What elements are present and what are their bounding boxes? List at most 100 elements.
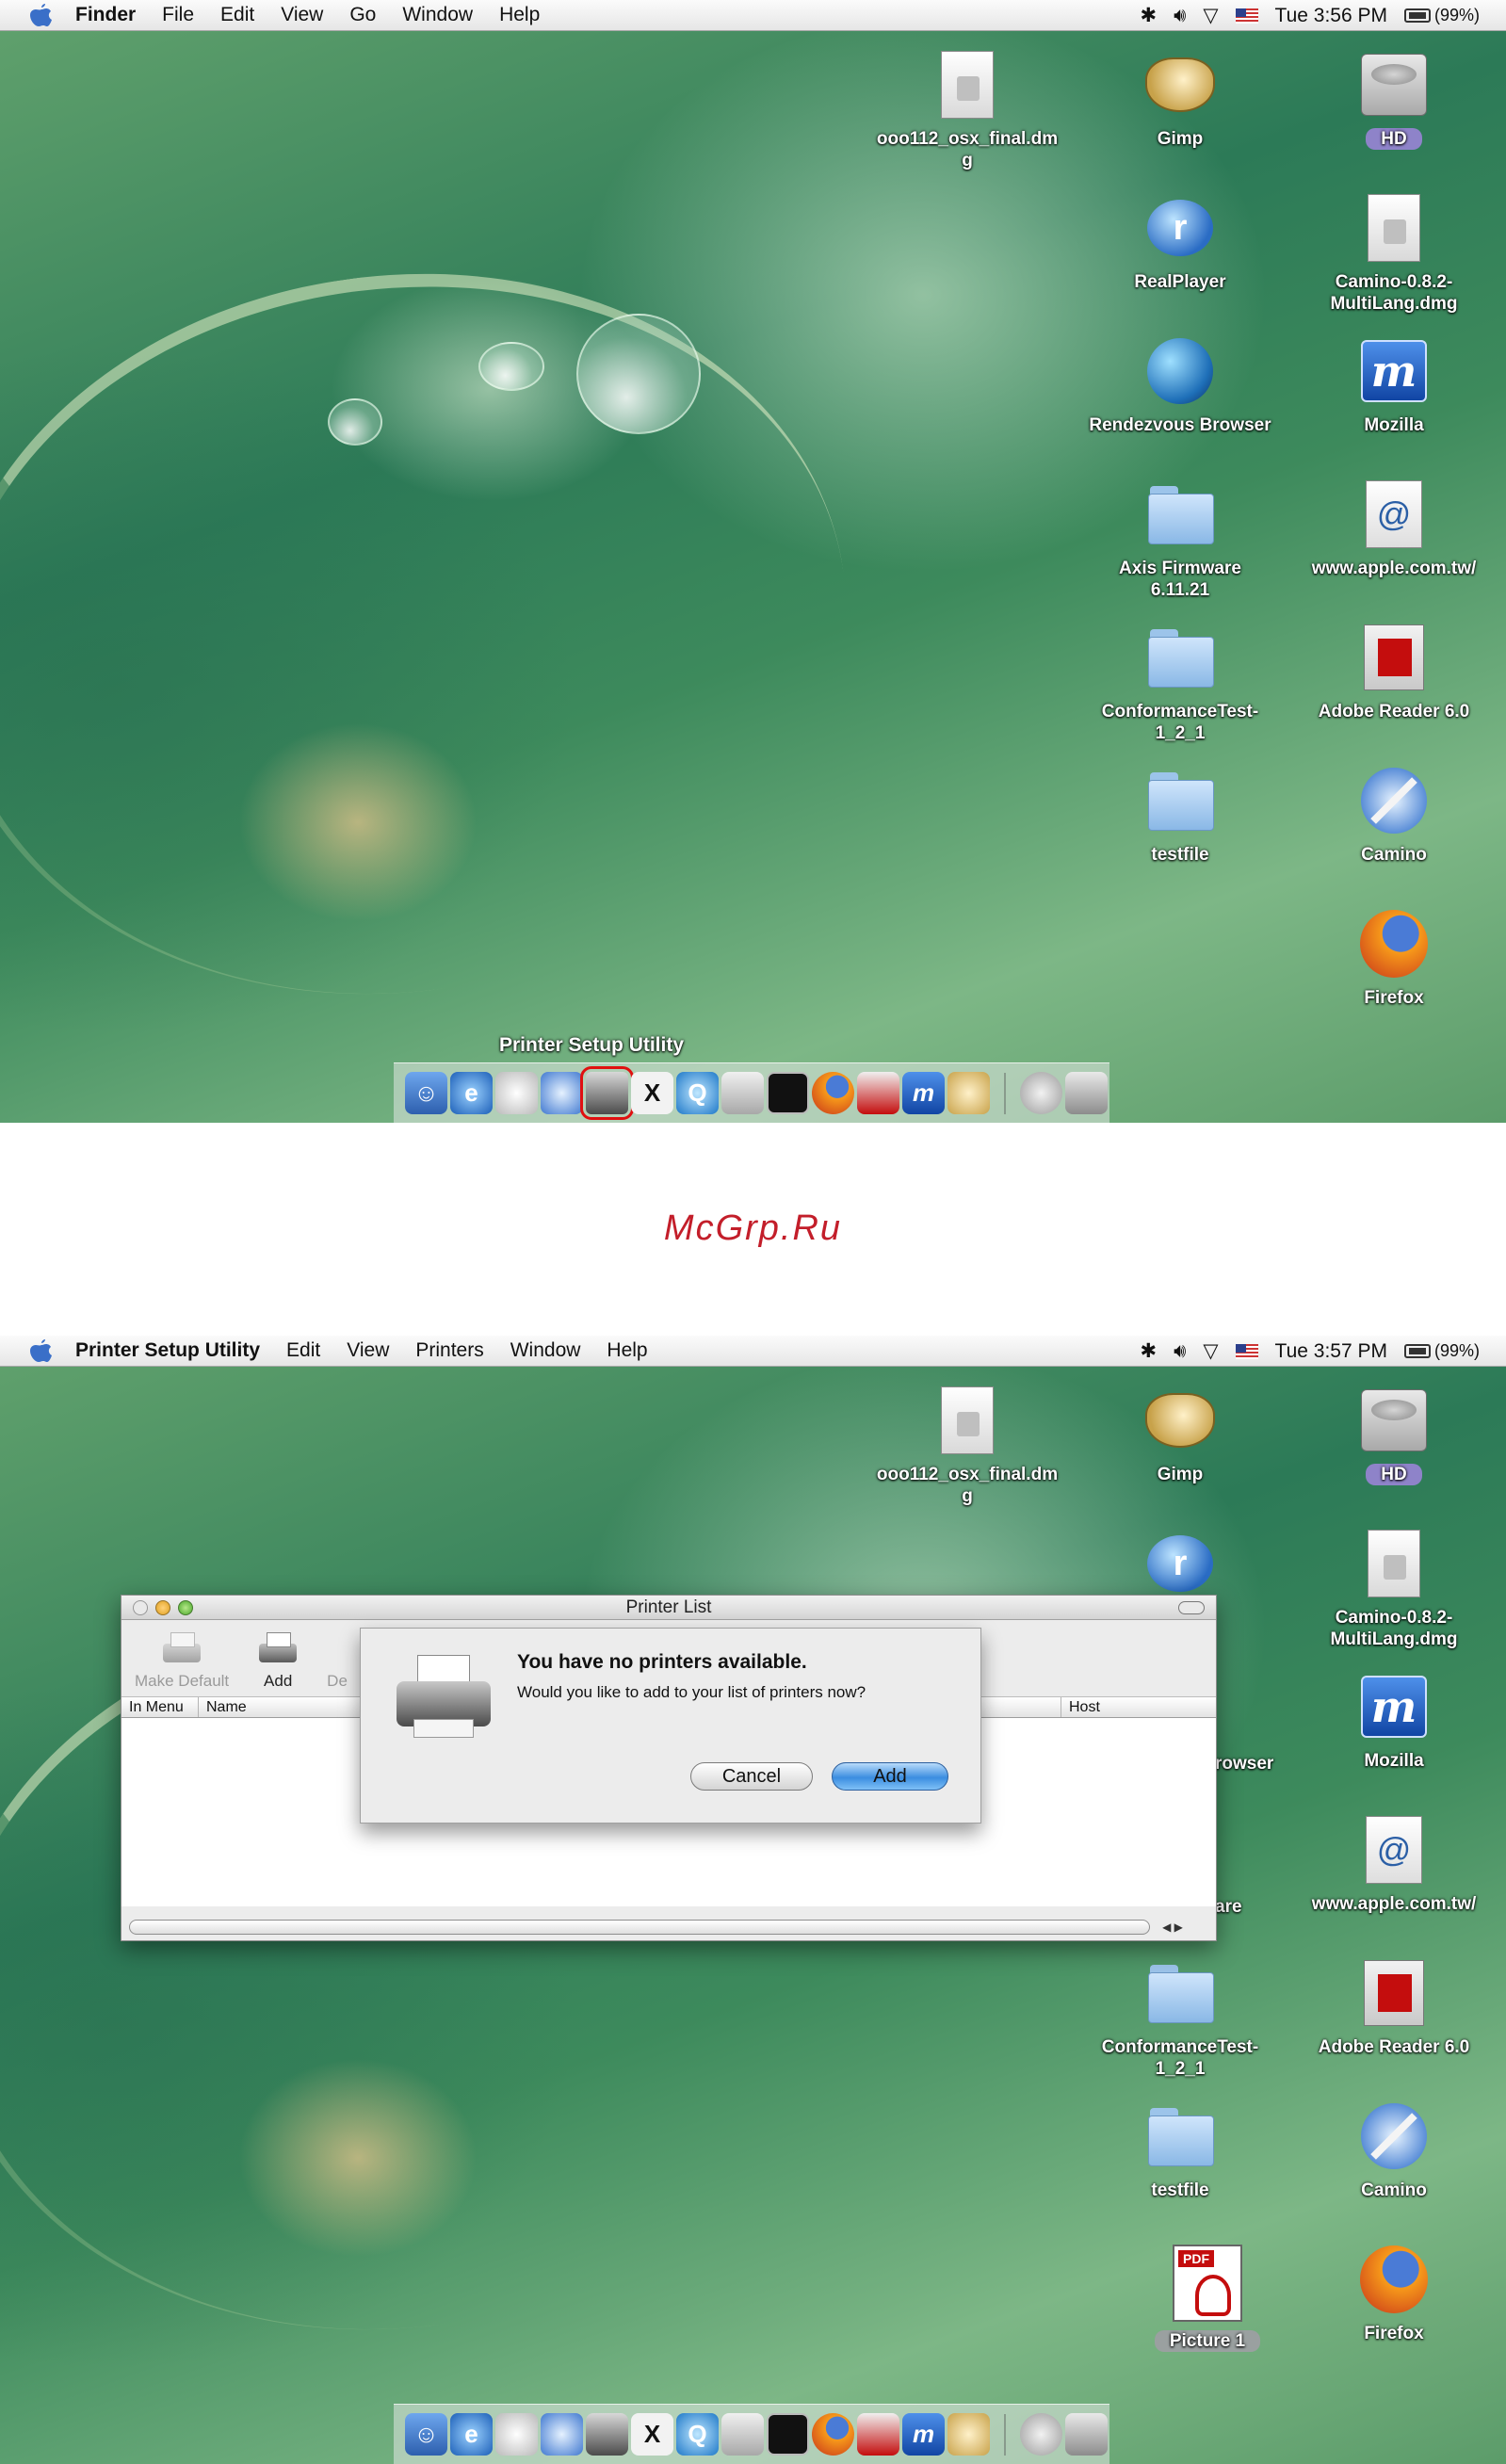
desktop-icon-gimp[interactable]: Gimp — [1077, 47, 1284, 150]
column-in-menu[interactable]: In Menu — [121, 1697, 199, 1717]
mail-dock-icon[interactable] — [495, 1072, 538, 1114]
desktop-icon-realplayer[interactable]: r RealPlayer — [1077, 190, 1284, 293]
desktop-icon-firefox[interactable]: Firefox — [1290, 906, 1498, 1009]
desktop-icon-mozilla[interactable]: m Mozilla — [1290, 1669, 1498, 1772]
desktop-icon-mozilla[interactable]: m Mozilla — [1290, 333, 1498, 436]
battery-status[interactable]: (99%) — [1403, 6, 1480, 25]
internet-explorer-dock-icon[interactable]: e — [450, 2413, 493, 2456]
desktop-icon-camino-dmg[interactable]: Camino-0.8.2-MultiLang.dmg — [1290, 1526, 1498, 1650]
delete-printer-button[interactable]: De — [327, 1630, 348, 1691]
menu-view[interactable]: View — [347, 1339, 389, 1362]
iphoto-dock-icon[interactable] — [721, 2413, 764, 2456]
desktop-icon-hd[interactable]: HD — [1290, 47, 1498, 150]
trash-dock-icon[interactable] — [1065, 1072, 1108, 1114]
safari-dock-icon[interactable] — [541, 1072, 583, 1114]
gimp-dock-icon[interactable] — [947, 2413, 990, 2456]
scroll-arrows[interactable]: ◀ ▶ — [1152, 1920, 1193, 1935]
menu-window[interactable]: Window — [402, 4, 473, 26]
quicktime-dock-icon[interactable]: Q — [676, 2413, 719, 2456]
add-button[interactable]: Add — [832, 1762, 948, 1791]
desktop-icon-adobe-reader[interactable]: Adobe Reader 6.0 — [1290, 620, 1498, 722]
desktop-icon-camino[interactable]: Camino — [1290, 763, 1498, 866]
menu-clock[interactable]: Tue 3:57 PM — [1275, 1340, 1387, 1363]
terminal-dock-icon[interactable] — [767, 1072, 809, 1114]
desktop-icon-hd[interactable]: HD — [1290, 1383, 1498, 1485]
menu-app-name[interactable]: Printer Setup Utility — [75, 1339, 260, 1362]
mozilla-dock-icon[interactable]: m — [902, 2413, 945, 2456]
toolbar-toggle-button[interactable] — [1178, 1601, 1205, 1614]
desktop-icon-gimp[interactable]: Gimp — [1077, 1383, 1284, 1485]
desktop-icon-camino-dmg[interactable]: Camino-0.8.2-MultiLang.dmg — [1290, 190, 1498, 315]
desktop-icon-ooo-dmg[interactable]: ooo112_osx_final.dmg — [864, 47, 1071, 171]
desktop-icon-camino[interactable]: Camino — [1290, 2099, 1498, 2201]
zoom-button[interactable] — [178, 1600, 193, 1615]
quicktime-dock-icon[interactable]: Q — [676, 1072, 719, 1114]
desktop-icon-conformance-test[interactable]: ConformanceTest-1_2_1 — [1077, 620, 1284, 744]
mozilla-dock-icon[interactable]: m — [902, 1072, 945, 1114]
cd-drive-dock-icon[interactable] — [1020, 1072, 1062, 1114]
menu-printers[interactable]: Printers — [415, 1339, 483, 1362]
menu-file[interactable]: File — [162, 4, 194, 26]
apple-menu-icon[interactable] — [28, 1337, 55, 1364]
battery-status[interactable]: (99%) — [1403, 1341, 1480, 1361]
desktop-icon-ooo-dmg[interactable]: ooo112_osx_final.dmg — [864, 1383, 1071, 1507]
close-button[interactable] — [133, 1600, 148, 1615]
desktop-icon-adobe-reader[interactable]: Adobe Reader 6.0 — [1290, 1955, 1498, 2058]
printer-setup-utility-dock-icon[interactable] — [586, 2413, 628, 2456]
mail-dock-icon[interactable] — [495, 2413, 538, 2456]
bluetooth-icon[interactable]: ✱ — [1141, 1339, 1158, 1363]
finder-dock-icon[interactable]: ☺ — [405, 1072, 447, 1114]
desktop-icon-axis-firmware[interactable]: Axis Firmware 6.11.21 — [1077, 477, 1284, 601]
cancel-button[interactable]: Cancel — [690, 1762, 813, 1791]
airport-wifi-icon[interactable]: ▽ — [1203, 1339, 1218, 1363]
input-menu-flag-icon[interactable] — [1235, 1343, 1258, 1359]
menu-edit[interactable]: Edit — [286, 1339, 320, 1362]
x11-dock-icon[interactable]: X — [631, 1072, 673, 1114]
gimp-dock-icon[interactable] — [947, 1072, 990, 1114]
firefox-dock-icon[interactable] — [812, 1072, 854, 1114]
desktop-icon-testfile[interactable]: testfile — [1077, 2099, 1284, 2201]
terminal-dock-icon[interactable] — [767, 2413, 809, 2456]
adobe-reader-dock-icon[interactable] — [857, 1072, 899, 1114]
bluetooth-icon[interactable]: ✱ — [1141, 4, 1158, 27]
printer-setup-utility-dock-icon[interactable] — [580, 1066, 634, 1120]
finder-dock-icon[interactable]: ☺ — [405, 2413, 447, 2456]
menu-help[interactable]: Help — [499, 4, 540, 26]
hard-drive-icon — [1353, 1383, 1434, 1458]
window-titlebar[interactable]: Printer List — [121, 1596, 1216, 1620]
volume-icon[interactable]: 🔊︎ — [1174, 1340, 1186, 1363]
desktop-icon-firefox[interactable]: Firefox — [1290, 2242, 1498, 2344]
horizontal-scrollbar[interactable] — [129, 1920, 1150, 1935]
airport-wifi-icon[interactable]: ▽ — [1203, 4, 1218, 27]
column-host[interactable]: Host — [1061, 1697, 1100, 1717]
menu-help[interactable]: Help — [607, 1339, 647, 1362]
menu-app-name[interactable]: Finder — [75, 4, 136, 26]
trash-dock-icon[interactable] — [1065, 2413, 1108, 2456]
desktop-icon-apple-web-location[interactable]: @ www.apple.com.tw/ — [1290, 477, 1498, 579]
safari-dock-icon[interactable] — [541, 2413, 583, 2456]
adobe-reader-dock-icon[interactable] — [857, 2413, 899, 2456]
make-default-button[interactable]: Make Default — [135, 1630, 229, 1691]
menu-clock[interactable]: Tue 3:56 PM — [1275, 5, 1387, 27]
desktop-icon-rendezvous-browser[interactable]: Rendezvous Browser — [1077, 333, 1284, 436]
desktop-icon-apple-web-location[interactable]: @ www.apple.com.tw/ — [1290, 1812, 1498, 1915]
iphoto-dock-icon[interactable] — [721, 1072, 764, 1114]
x11-dock-icon[interactable]: X — [631, 2413, 673, 2456]
menu-window[interactable]: Window — [510, 1339, 581, 1362]
apple-menu-icon[interactable] — [28, 2, 55, 28]
input-menu-flag-icon[interactable] — [1235, 8, 1258, 24]
menu-edit[interactable]: Edit — [220, 4, 254, 26]
no-printers-alert: You have no printers available. Would yo… — [360, 1628, 981, 1824]
add-printer-button[interactable]: Add — [257, 1630, 299, 1691]
desktop-icon-picture-1[interactable]: Picture 1 — [1104, 2242, 1311, 2352]
volume-icon[interactable]: 🔊︎ — [1174, 5, 1186, 27]
cd-drive-dock-icon[interactable] — [1020, 2413, 1062, 2456]
menu-go[interactable]: Go — [349, 4, 376, 26]
minimize-button[interactable] — [155, 1600, 170, 1615]
internet-explorer-dock-icon[interactable]: e — [450, 1072, 493, 1114]
menu-view[interactable]: View — [281, 4, 323, 26]
desktop-icon-conformance-test[interactable]: ConformanceTest-1_2_1 — [1077, 1955, 1284, 2080]
firefox-dock-icon[interactable] — [812, 2413, 854, 2456]
desktop-icon-testfile[interactable]: testfile — [1077, 763, 1284, 866]
desktop-icon-label: Rendezvous Browser — [1089, 415, 1271, 435]
